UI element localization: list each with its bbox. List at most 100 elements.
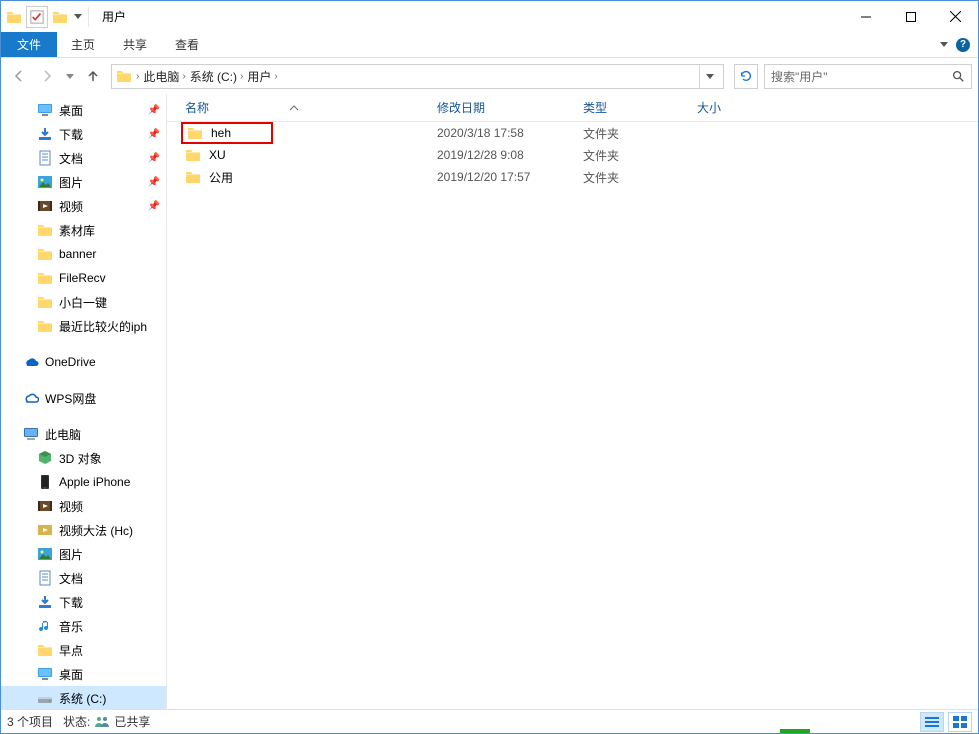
document-icon: [37, 570, 53, 586]
nav-item[interactable]: banner: [1, 242, 166, 266]
chevron-right-icon[interactable]: ›: [136, 71, 139, 82]
title-bar: 用户: [1, 1, 978, 32]
nav-item[interactable]: 视频📌: [1, 194, 166, 218]
file-row[interactable]: heh2020/3/18 17:58文件夹: [167, 122, 978, 144]
nav-item[interactable]: 文档📌: [1, 146, 166, 170]
folder-icon: [37, 642, 53, 658]
nav-item[interactable]: 视频: [1, 494, 166, 518]
tab-home[interactable]: 主页: [57, 32, 109, 57]
nav-item[interactable]: WPS网盘: [1, 386, 166, 410]
navigation-pane[interactable]: 桌面📌 下载 📌 文档📌图片📌视频📌素材库bannerFileRecv 小白一键最近比较…: [1, 94, 167, 709]
folder-icon: [37, 318, 53, 334]
close-button[interactable]: [933, 2, 978, 31]
phone-icon: [37, 474, 53, 490]
people-icon: [94, 716, 110, 728]
nav-item[interactable]: 此电脑: [1, 422, 166, 446]
nav-item[interactable]: 图片📌: [1, 170, 166, 194]
drive-icon: [37, 690, 53, 706]
nav-item[interactable]: FileRecv: [1, 266, 166, 290]
search-input[interactable]: 搜索"用户": [764, 64, 972, 89]
nav-item-label: 桌面: [59, 666, 83, 683]
folder-icon: [52, 9, 68, 25]
folder-icon: [37, 270, 53, 286]
window-title: 用户: [102, 8, 126, 25]
video-icon: [37, 198, 53, 214]
search-icon[interactable]: [951, 69, 965, 83]
nav-item[interactable]: 文档: [1, 566, 166, 590]
column-size[interactable]: 大小: [689, 94, 769, 121]
file-row[interactable]: XU2019/12/28 9:08文件夹: [167, 144, 978, 166]
breadcrumb-users[interactable]: 用户 ›: [247, 68, 277, 85]
forward-button[interactable]: [35, 64, 59, 88]
pin-icon: 📌: [148, 129, 160, 140]
refresh-button[interactable]: [734, 64, 758, 89]
breadcrumb-thispc[interactable]: 此电脑 ›: [143, 68, 185, 85]
file-tab[interactable]: 文件: [1, 32, 57, 57]
nav-item[interactable]: 小白一键: [1, 290, 166, 314]
folder-icon: [6, 9, 22, 25]
nav-item[interactable]: 早点: [1, 638, 166, 662]
qat-dropdown[interactable]: [72, 14, 84, 19]
maximize-button[interactable]: [888, 2, 933, 31]
music-icon: [37, 618, 53, 634]
qat-properties-button[interactable]: [26, 6, 48, 28]
ribbon-expand-icon[interactable]: [940, 42, 948, 47]
ribbon-tabs: 文件 主页 共享 查看 ?: [1, 32, 978, 58]
nav-item-label: 图片: [59, 546, 83, 563]
nav-address-row: › 此电脑 › 系统 (C:) › 用户 › 搜索"用户": [1, 58, 978, 94]
nav-item[interactable]: OneDrive: [1, 350, 166, 374]
nav-item[interactable]: 系统 (C:): [1, 686, 166, 709]
nav-item-label: 桌面: [59, 102, 83, 119]
nav-item-label: 最近比较火的iph: [59, 318, 147, 335]
nav-item[interactable]: 下载: [1, 590, 166, 614]
status-label: 状态:: [63, 713, 90, 730]
nav-item[interactable]: 桌面📌: [1, 98, 166, 122]
view-details-button[interactable]: [920, 712, 944, 732]
desktop-icon: [37, 102, 53, 118]
3d-icon: [37, 450, 53, 466]
folder-icon: [185, 169, 201, 185]
recent-dropdown[interactable]: [63, 64, 77, 88]
nav-item[interactable]: 图片: [1, 542, 166, 566]
folder-icon: [116, 68, 132, 84]
address-history-dropdown[interactable]: [699, 65, 719, 88]
minimize-button[interactable]: [843, 2, 888, 31]
nav-item-label: 文档: [59, 150, 83, 167]
nav-item[interactable]: 最近比较火的iph: [1, 314, 166, 338]
nav-item[interactable]: 3D 对象: [1, 446, 166, 470]
file-row[interactable]: 公用2019/12/20 17:57文件夹: [167, 166, 978, 188]
nav-item[interactable]: 桌面: [1, 662, 166, 686]
column-date[interactable]: 修改日期: [429, 94, 575, 121]
nav-item-label: 下载: [59, 126, 83, 143]
nav-item-label: OneDrive: [45, 355, 96, 369]
file-type: 文件夹: [575, 169, 689, 186]
folder-icon: [187, 125, 203, 141]
tab-view[interactable]: 查看: [161, 32, 213, 57]
folder-icon: [37, 246, 53, 262]
file-list-pane: 名称 修改日期 类型 大小 heh2020/3/18 17:58文件夹XU201…: [167, 94, 978, 709]
nav-item[interactable]: Apple iPhone: [1, 470, 166, 494]
file-type: 文件夹: [575, 147, 689, 164]
nav-item-label: WPS网盘: [45, 390, 96, 407]
file-date: 2020/3/18 17:58: [429, 126, 575, 140]
column-headers: 名称 修改日期 类型 大小: [167, 94, 978, 122]
file-rows: heh2020/3/18 17:58文件夹XU2019/12/28 9:08文件…: [167, 122, 978, 709]
help-button[interactable]: ?: [956, 38, 970, 52]
sort-asc-icon: [289, 103, 299, 113]
search-placeholder: 搜索"用户": [771, 68, 828, 85]
nav-item[interactable]: 下载 📌: [1, 122, 166, 146]
nav-item-label: 小白一键: [59, 294, 107, 311]
address-bar[interactable]: › 此电脑 › 系统 (C:) › 用户 ›: [111, 64, 724, 89]
tab-share[interactable]: 共享: [109, 32, 161, 57]
view-tiles-button[interactable]: [948, 712, 972, 732]
column-name[interactable]: 名称: [167, 94, 429, 121]
up-button[interactable]: [81, 64, 105, 88]
column-type[interactable]: 类型: [575, 94, 689, 121]
nav-item[interactable]: 素材库: [1, 218, 166, 242]
nav-item-label: 早点: [59, 642, 83, 659]
breadcrumb-drive[interactable]: 系统 (C:) ›: [190, 68, 244, 85]
nav-item-label: 3D 对象: [59, 450, 102, 467]
nav-item[interactable]: 视频大法 (Hc): [1, 518, 166, 542]
back-button[interactable]: [7, 64, 31, 88]
nav-item[interactable]: 音乐: [1, 614, 166, 638]
